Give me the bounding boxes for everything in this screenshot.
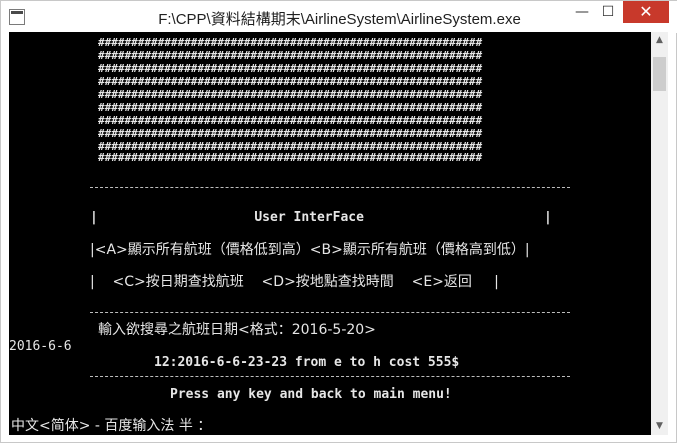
banner-row: ########################################… bbox=[98, 101, 483, 114]
vertical-scrollbar[interactable]: ▲ ▼ bbox=[651, 32, 668, 435]
banner-row: ########################################… bbox=[98, 36, 483, 49]
back-to-menu-message: Press any key and back to main menu! bbox=[170, 387, 452, 402]
maximize-button[interactable]: ☐ bbox=[595, 1, 621, 23]
banner-row: ########################################… bbox=[98, 75, 483, 88]
console-window: F:\CPP\資料結構期末\AirlineSystem\AirlineSyste… bbox=[0, 0, 677, 443]
date-prompt: 輸入欲搜尋之航班日期<格式：2016-5-20> bbox=[98, 322, 376, 338]
date-input-echo: 2016-6-6 bbox=[9, 339, 72, 354]
banner-row: ########################################… bbox=[98, 127, 483, 140]
minimize-button[interactable]: — bbox=[569, 1, 595, 23]
result-separator bbox=[90, 376, 570, 377]
console-output[interactable]: ########################################… bbox=[9, 32, 651, 435]
menu-bottom-border bbox=[90, 312, 570, 313]
menu-title: | User InterFace | bbox=[90, 210, 552, 225]
menu-top-border bbox=[90, 187, 570, 188]
banner-row: ########################################… bbox=[98, 114, 483, 127]
banner-row: ########################################… bbox=[98, 151, 483, 164]
scroll-up-arrow-icon[interactable]: ▲ bbox=[651, 32, 668, 49]
close-button[interactable]: ✕ bbox=[623, 1, 669, 23]
menu-options-row-2: | <C>按日期查找航班 <D>按地點查找時間 <E>返回 | bbox=[90, 274, 499, 290]
banner-row: ########################################… bbox=[98, 49, 483, 62]
ime-status: 中文<简体> - 百度输入法 半 ： bbox=[11, 418, 212, 434]
scroll-thumb[interactable] bbox=[653, 57, 666, 91]
search-result: 12:2016-6-6-23-23 from e to h cost 555$ bbox=[154, 355, 460, 370]
menu-options-row-1: |<A>顯示所有航班（價格低到高）<B>顯示所有航班（價格高到低）| bbox=[90, 242, 530, 258]
banner-row: ########################################… bbox=[98, 62, 483, 75]
title-bar[interactable]: F:\CPP\資料結構期末\AirlineSystem\AirlineSyste… bbox=[1, 1, 677, 33]
banner-row: ########################################… bbox=[98, 88, 483, 101]
scroll-down-arrow-icon[interactable]: ▼ bbox=[651, 418, 668, 435]
